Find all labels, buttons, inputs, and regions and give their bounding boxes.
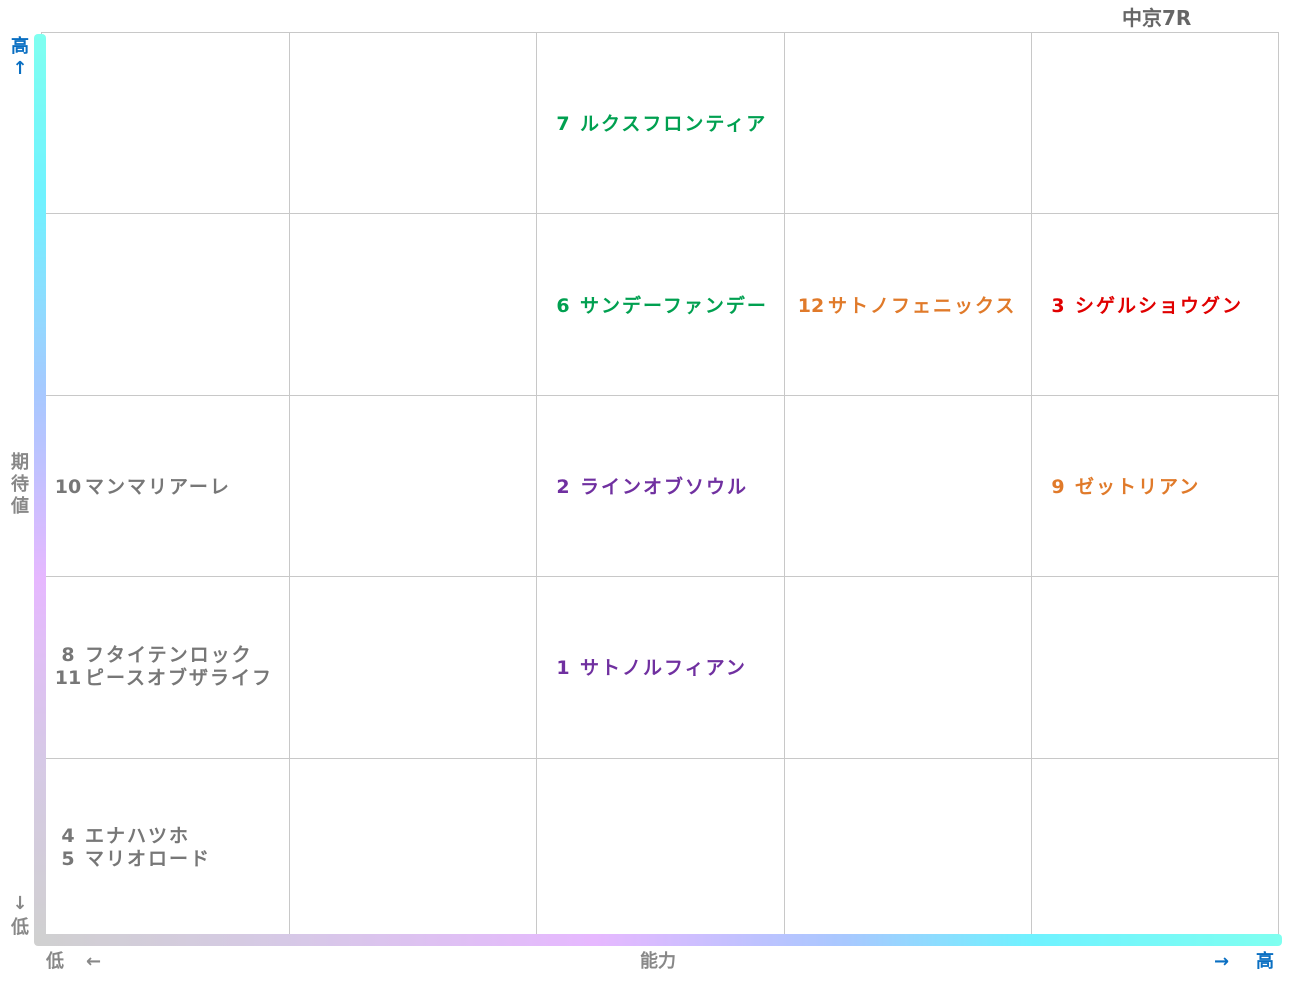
- horse-entry: 10 マンマリアーレ: [51, 476, 231, 499]
- y-axis-title-char: 待: [11, 474, 29, 495]
- grid-hline: [41, 576, 1279, 577]
- cell-entries: 10 マンマリアーレ: [51, 476, 231, 499]
- horse-number: 10: [54, 476, 82, 498]
- horse-name: シゲルショウグン: [1075, 295, 1244, 317]
- horse-entry: 12 サトノフェニックス: [794, 295, 1016, 318]
- chart-title: 中京7R: [1122, 6, 1192, 30]
- horse-name: サトノフェニックス: [828, 295, 1017, 317]
- y-axis-bar: [34, 34, 46, 942]
- horse-entry: 9 ゼットリアン: [1041, 476, 1200, 499]
- horse-entry: 5 マリオロード: [51, 848, 211, 871]
- grid-hline: [41, 758, 1279, 759]
- horse-entry: 2 ラインオブソウル: [546, 476, 748, 499]
- cell-entries: 4 エナハツホ 5 マリオロード: [51, 825, 211, 871]
- horse-name: ピースオブザライフ: [85, 667, 274, 689]
- grid-vline: [784, 32, 785, 939]
- cell-entries: 7 ルクスフロンティア: [546, 113, 767, 136]
- horse-entry: 4 エナハツホ: [51, 825, 211, 848]
- x-axis-title: 能力: [640, 951, 676, 972]
- horse-name: フタイテンロック: [85, 644, 253, 666]
- cell-entries: 1 サトノルフィアン: [546, 657, 747, 680]
- horse-number: 9: [1051, 476, 1065, 498]
- grid-vline: [1031, 32, 1032, 939]
- cell-entries: 9 ゼットリアン: [1041, 476, 1200, 499]
- horse-name: ラインオブソウル: [580, 476, 749, 498]
- grid-vline: [289, 32, 290, 939]
- y-axis-high-label: 高↑: [11, 36, 29, 79]
- y-axis-title-char: 期: [11, 452, 29, 473]
- cell-entries: 12 サトノフェニックス: [794, 295, 1016, 318]
- horse-number: 8: [61, 644, 75, 666]
- cell-entries: 8 フタイテンロック 11 ピースオブザライフ: [51, 644, 273, 690]
- horse-number: 12: [797, 295, 825, 317]
- cell-entries: 3 シゲルショウグン: [1041, 295, 1243, 318]
- grid-hline: [41, 213, 1279, 214]
- horse-number: 7: [556, 113, 570, 135]
- horse-number: 3: [1051, 295, 1065, 317]
- horse-name: マンマリアーレ: [85, 476, 231, 498]
- grid-hline: [41, 32, 1279, 33]
- x-axis-bar: [34, 934, 1282, 946]
- x-axis-high-label: 高: [1256, 951, 1274, 972]
- horse-entry: 7 ルクスフロンティア: [546, 113, 767, 136]
- horse-entry: 3 シゲルショウグン: [1041, 295, 1243, 318]
- y-axis-title: 期 待 値: [10, 452, 30, 518]
- horse-entry: 6 サンデーファンデー: [546, 295, 768, 318]
- horse-number: 11: [54, 667, 82, 689]
- horse-number: 5: [61, 848, 75, 870]
- horse-name: ルクスフロンティア: [580, 113, 768, 135]
- horse-name: サンデーファンデー: [580, 295, 768, 317]
- horse-entry: 1 サトノルフィアン: [546, 657, 747, 680]
- y-axis-low-label: 低: [11, 917, 29, 938]
- horse-number: 6: [556, 295, 570, 317]
- horse-entry: 11 ピースオブザライフ: [51, 667, 273, 690]
- horse-number: 4: [61, 825, 75, 847]
- cell-entries: 2 ラインオブソウル: [546, 476, 748, 499]
- horse-name: マリオロード: [85, 848, 212, 870]
- x-axis-low-label: 低: [46, 951, 64, 972]
- cell-entries: 6 サンデーファンデー: [546, 295, 768, 318]
- y-axis-low-arrow: ↓: [12, 893, 28, 914]
- horse-entry: 8 フタイテンロック: [51, 644, 273, 667]
- horse-number: 1: [556, 657, 570, 679]
- grid-vline: [1278, 32, 1279, 939]
- horse-number: 2: [556, 476, 570, 498]
- y-axis-title-char: 値: [11, 496, 29, 517]
- grid-vline: [536, 32, 537, 939]
- grid-hline: [41, 395, 1279, 396]
- horse-name: エナハツホ: [85, 825, 191, 847]
- x-axis-high-arrow: →: [1214, 951, 1230, 972]
- chart-stage: 中京7R 高↑ 期 待 値 ↓ 低 低 ← 能力 → 高 7 ルクスフロンティア 6…: [0, 0, 1291, 983]
- horse-name: サトノルフィアン: [580, 657, 747, 679]
- x-axis-low-arrow: ←: [86, 951, 102, 972]
- horse-name: ゼットリアン: [1075, 476, 1201, 498]
